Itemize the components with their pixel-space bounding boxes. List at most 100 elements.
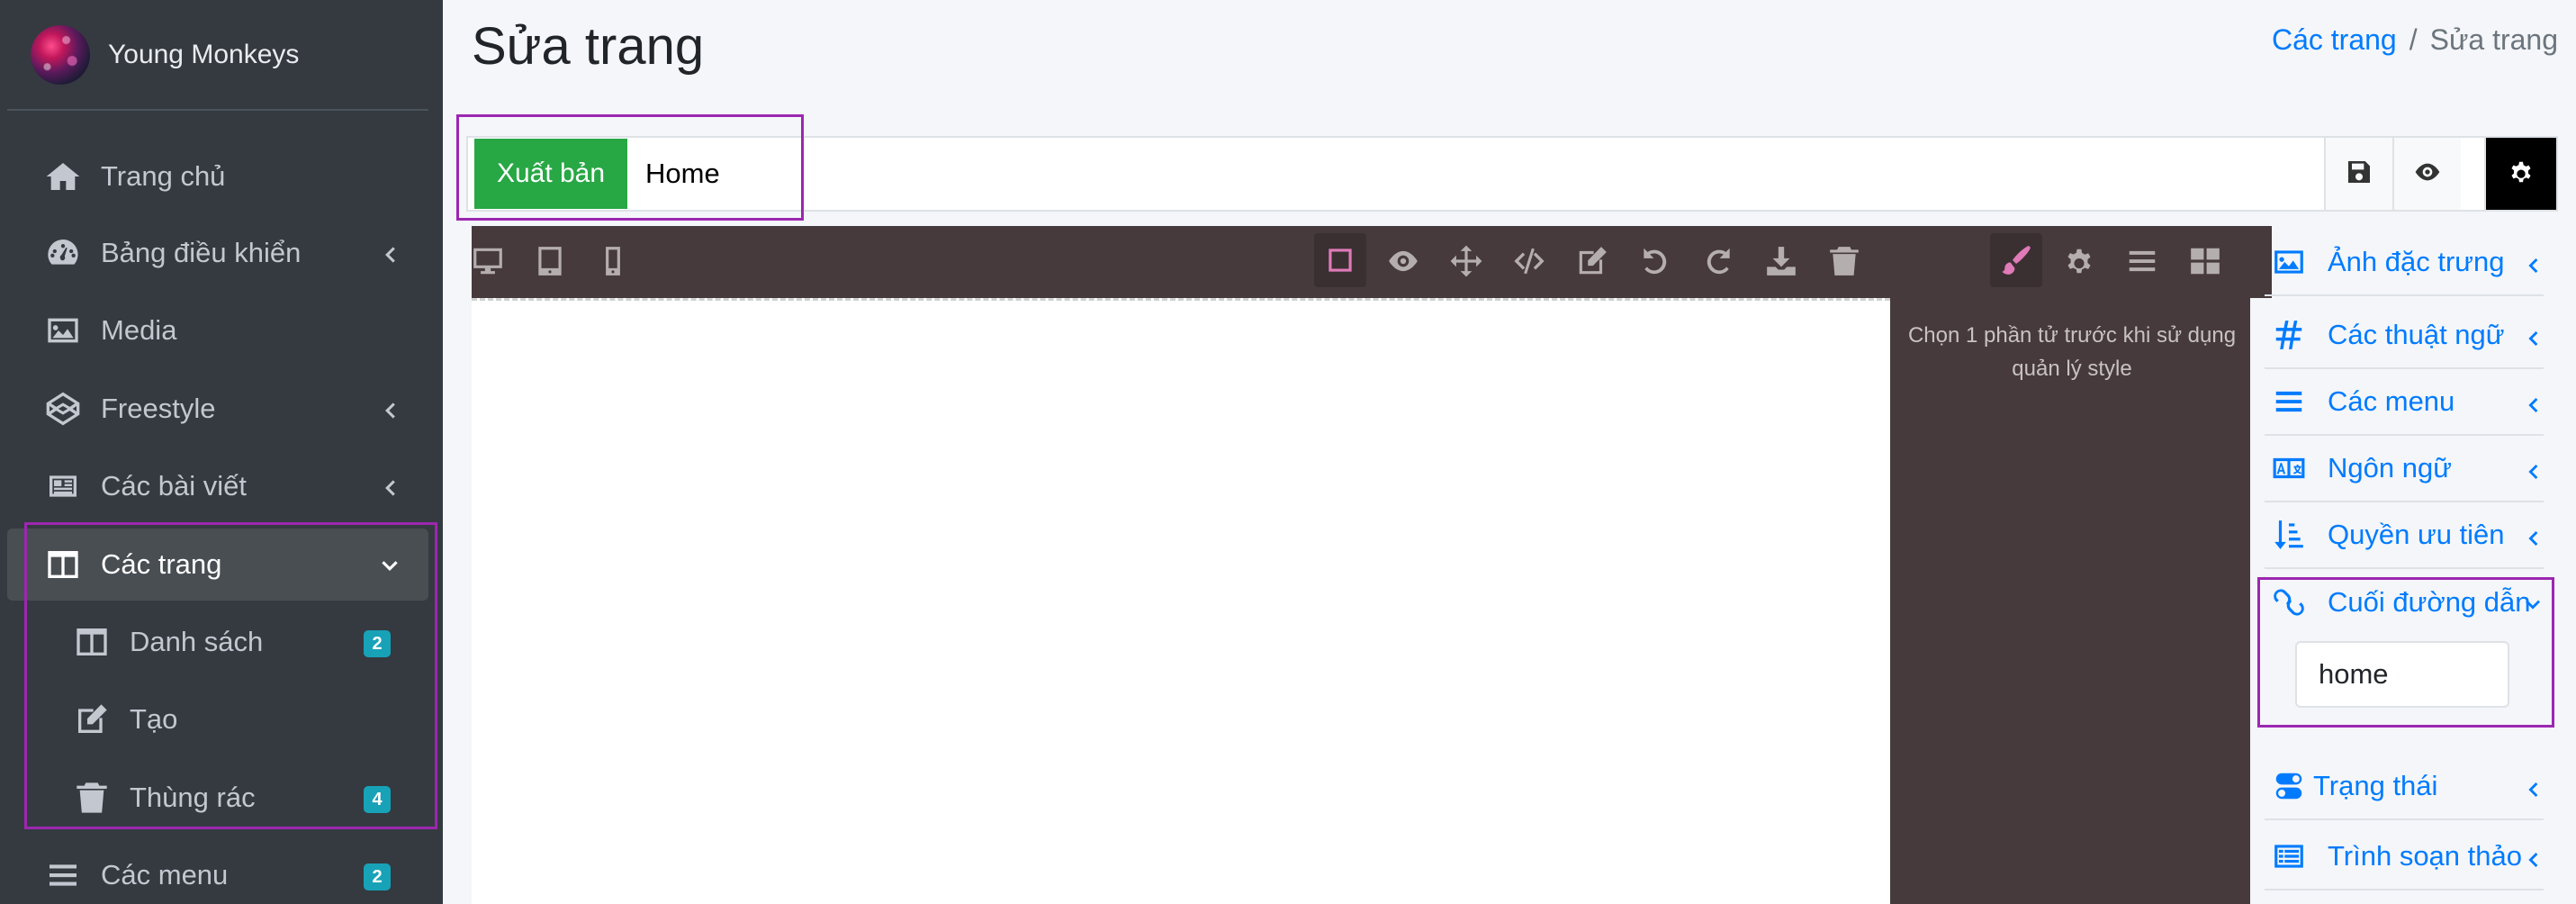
sidebar-item-menus[interactable]: Các menu 2: [7, 839, 428, 904]
sidebar-item-label: Các menu: [101, 859, 229, 890]
sidebar-item-posts[interactable]: Các bài viết: [7, 450, 428, 522]
gear-icon: [2507, 158, 2535, 191]
bars-icon: [2270, 383, 2308, 420]
arrows-icon[interactable]: [1446, 241, 1486, 281]
save-icon: [2345, 158, 2373, 191]
link-icon: [2270, 583, 2308, 621]
bars-icon: [43, 855, 83, 895]
panel-slug[interactable]: Cuối đường dẫn: [2265, 569, 2544, 636]
code-icon[interactable]: [1509, 241, 1549, 281]
sidebar-item-home[interactable]: Trang chủ: [7, 140, 428, 212]
panel-language[interactable]: Ngôn ngữ: [2265, 436, 2544, 502]
blocks-icon[interactable]: [2185, 241, 2225, 281]
columns-icon: [72, 622, 112, 662]
chevron-left-icon: [378, 241, 401, 265]
hashtag-icon: [2270, 316, 2308, 354]
chevron-down-icon: [2522, 591, 2544, 612]
preview-button[interactable]: [2392, 138, 2461, 210]
codepen-icon: [43, 389, 83, 429]
panel-row-label: Ngôn ngữ: [2328, 452, 2452, 484]
home-icon: [43, 157, 83, 196]
columns-icon: [43, 545, 83, 584]
panel-menus[interactable]: Các menu: [2265, 369, 2544, 436]
panel-editor[interactable]: Trình soạn thảo: [2265, 824, 2544, 890]
panel-row-label: Các thuật ngữ: [2328, 319, 2505, 350]
sidebar-item-label: Bảng điều khiển: [101, 237, 302, 268]
panel-terms[interactable]: Các thuật ngữ: [2265, 303, 2544, 369]
sidebar-item-pages[interactable]: Các trang: [7, 529, 428, 601]
sidebar-item-pages-list[interactable]: Danh sách 2: [7, 606, 428, 678]
sidebar-item-pages-create[interactable]: Tạo: [7, 683, 428, 755]
page-title: Sửa trang: [472, 17, 705, 76]
sidebar-item-dashboard[interactable]: Bảng điều khiển: [7, 217, 428, 289]
breadcrumb-separator: /: [2409, 23, 2418, 56]
panel-status[interactable]: Trạng thái: [2265, 754, 2544, 820]
newspaper-icon: [43, 466, 83, 506]
sidebar-item-freestyle[interactable]: Freestyle: [7, 373, 428, 445]
undo-icon[interactable]: [1635, 241, 1675, 281]
sidebar-item-label: Trang chủ: [101, 160, 226, 192]
editor-canvas[interactable]: [472, 298, 1890, 904]
sidebar-item-label: Danh sách: [130, 626, 264, 657]
edit-icon[interactable]: [1572, 241, 1612, 281]
panel-featured-image[interactable]: Ảnh đặc trưng: [2265, 230, 2544, 296]
chevron-left-icon: [2522, 391, 2544, 412]
count-badge: 4: [364, 786, 391, 813]
trash-icon[interactable]: [1824, 241, 1864, 281]
breadcrumb: Các trang / Sửa trang: [2272, 23, 2558, 57]
sidebar-item-label: Media: [101, 314, 177, 346]
chevron-left-icon: [2522, 845, 2544, 867]
sidebar-item-pages-trash[interactable]: Thùng rác 4: [7, 762, 428, 834]
brand-logo: [31, 24, 90, 85]
redo-icon[interactable]: [1698, 241, 1738, 281]
style-manager-message: Chọn 1 phần tử trước khi sử dụng quản lý…: [1907, 323, 2237, 381]
square-icon[interactable]: [1314, 233, 1366, 287]
toggle-icon: [2270, 767, 2308, 805]
sort-icon: [2270, 516, 2308, 554]
mobile-icon[interactable]: [593, 241, 633, 281]
panel-row-label: Cuối đường dẫn: [2328, 586, 2531, 618]
breadcrumb-current: Sửa trang: [2429, 23, 2558, 56]
sidebar-item-media[interactable]: Media: [7, 294, 428, 366]
slug-input[interactable]: [2295, 641, 2509, 708]
sidebar-item-label: Các trang: [101, 548, 222, 580]
publish-button[interactable]: Xuất bản: [474, 139, 627, 209]
tablet-icon[interactable]: [530, 241, 570, 281]
edit-icon: [72, 700, 112, 739]
sidebar-item-label: Tạo: [130, 703, 178, 735]
chevron-down-icon: [378, 553, 401, 576]
eye-icon[interactable]: [1383, 241, 1423, 281]
panel-row-label: Các menu: [2328, 385, 2455, 417]
panel-priority[interactable]: Quyền ưu tiên: [2265, 502, 2544, 569]
eye-icon: [2413, 158, 2442, 191]
settings-button[interactable]: [2484, 138, 2556, 210]
list-icon: [2270, 837, 2308, 875]
language-icon: [2270, 449, 2308, 487]
desktop-icon[interactable]: [468, 241, 508, 281]
sidebar-item-label: Thùng rác: [130, 782, 256, 813]
image-icon: [43, 311, 83, 350]
brush-icon[interactable]: [1990, 233, 2042, 287]
chevron-left-icon: [2522, 775, 2544, 797]
count-badge: 2: [364, 863, 391, 890]
panel-row-label: Trình soạn thảo: [2328, 840, 2522, 872]
brand-name: Young Monkeys: [108, 39, 300, 69]
save-button[interactable]: [2324, 138, 2392, 210]
page-title-input[interactable]: [627, 139, 2313, 209]
gear-icon[interactable]: [2059, 241, 2099, 281]
sidebar-item-label: Các bài viết: [101, 470, 247, 502]
sidebar: Young Monkeys Trang chủ Bảng điều khiển …: [0, 0, 443, 904]
breadcrumb-link-pages[interactable]: Các trang: [2272, 23, 2397, 57]
chevron-left-icon: [378, 397, 401, 420]
panel-row-label: Trạng thái: [2313, 770, 2438, 801]
sidebar-item-label: Freestyle: [101, 393, 216, 424]
chevron-left-icon: [2522, 524, 2544, 546]
chevron-left-icon: [378, 475, 401, 498]
bars-icon[interactable]: [2122, 241, 2162, 281]
brand[interactable]: Young Monkeys: [7, 0, 428, 111]
image-icon: [2270, 243, 2308, 281]
download-icon[interactable]: [1761, 241, 1801, 281]
count-badge: 2: [364, 630, 391, 657]
panel-row-label: Quyền ưu tiên: [2328, 519, 2505, 550]
chevron-left-icon: [2522, 251, 2544, 273]
